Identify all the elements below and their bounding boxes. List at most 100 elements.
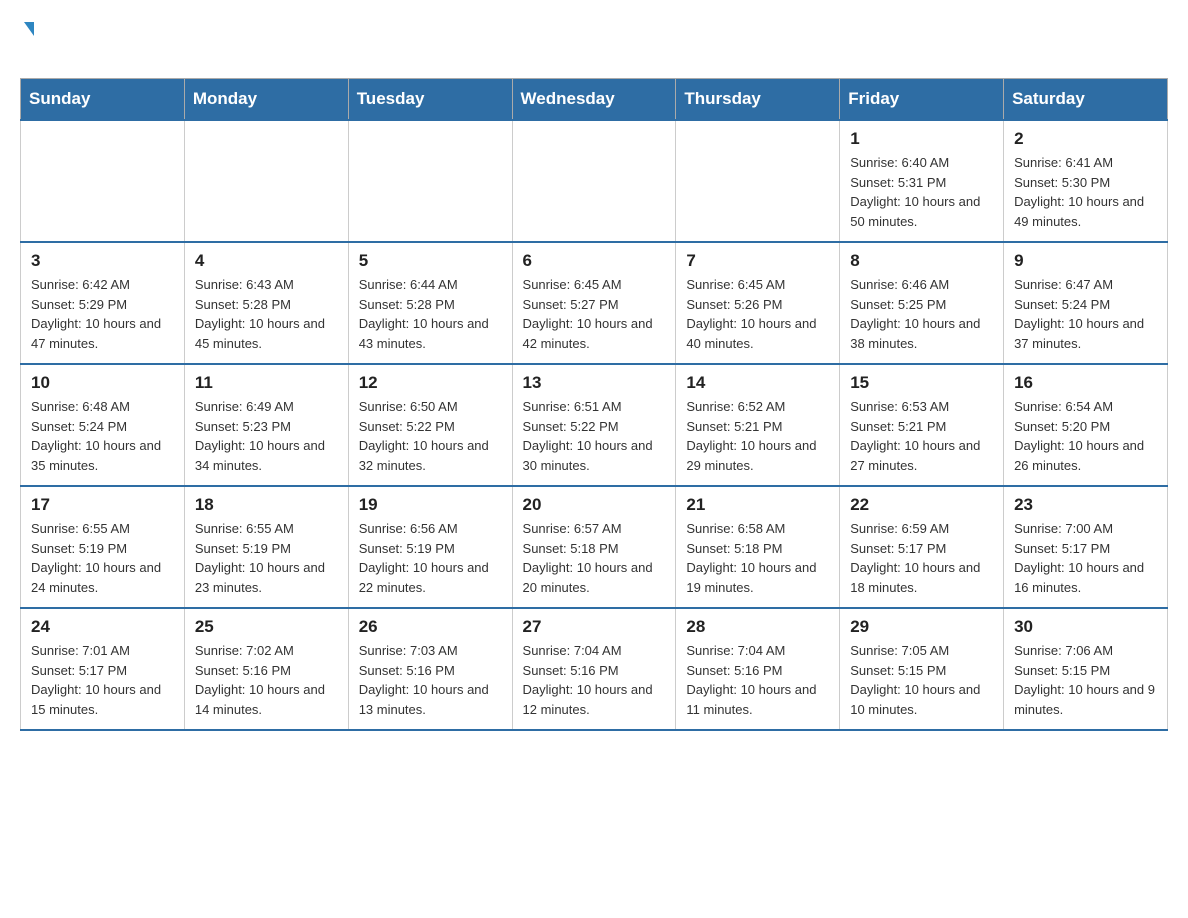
day-info: Sunrise: 7:00 AM Sunset: 5:17 PM Dayligh…: [1014, 519, 1157, 597]
weekday-header-friday: Friday: [840, 79, 1004, 121]
calendar-cell: 7 Sunrise: 6:45 AM Sunset: 5:26 PM Daylig…: [676, 242, 840, 364]
day-number: 2: [1014, 129, 1157, 149]
calendar-table: SundayMondayTuesdayWednesdayThursdayFrid…: [20, 78, 1168, 731]
day-number: 14: [686, 373, 829, 393]
day-info: Sunrise: 6:54 AM Sunset: 5:20 PM Dayligh…: [1014, 397, 1157, 475]
day-info: Sunrise: 6:43 AM Sunset: 5:28 PM Dayligh…: [195, 275, 338, 353]
day-info: Sunrise: 6:45 AM Sunset: 5:27 PM Dayligh…: [523, 275, 666, 353]
day-number: 3: [31, 251, 174, 271]
day-info: Sunrise: 6:57 AM Sunset: 5:18 PM Dayligh…: [523, 519, 666, 597]
day-info: Sunrise: 6:55 AM Sunset: 5:19 PM Dayligh…: [31, 519, 174, 597]
page-header: [20, 20, 1168, 62]
day-info: Sunrise: 7:04 AM Sunset: 5:16 PM Dayligh…: [523, 641, 666, 719]
day-number: 10: [31, 373, 174, 393]
calendar-header-row: SundayMondayTuesdayWednesdayThursdayFrid…: [21, 79, 1168, 121]
calendar-cell: 15Sunrise: 6:53 AM Sunset: 5:21 PM Dayli…: [840, 364, 1004, 486]
calendar-week-row: 17Sunrise: 6:55 AM Sunset: 5:19 PM Dayli…: [21, 486, 1168, 608]
day-info: Sunrise: 7:06 AM Sunset: 5:15 PM Dayligh…: [1014, 641, 1157, 719]
calendar-cell: 29 Sunrise: 7:05 AM Sunset: 5:15 PM Dayli…: [840, 608, 1004, 730]
logo-arrow-icon: [24, 22, 34, 36]
day-info: Sunrise: 6:42 AM Sunset: 5:29 PM Dayligh…: [31, 275, 174, 353]
calendar-cell: 5 Sunrise: 6:44 AM Sunset: 5:28 PM Daylig…: [348, 242, 512, 364]
day-info: Sunrise: 6:41 AM Sunset: 5:30 PM Dayligh…: [1014, 153, 1157, 231]
logo-text: [20, 20, 34, 36]
calendar-cell: 21 Sunrise: 6:58 AM Sunset: 5:18 PM Dayli…: [676, 486, 840, 608]
day-number: 9: [1014, 251, 1157, 271]
day-info: Sunrise: 6:46 AM Sunset: 5:25 PM Dayligh…: [850, 275, 993, 353]
day-info: Sunrise: 6:53 AM Sunset: 5:21 PM Dayligh…: [850, 397, 993, 475]
calendar-week-row: 3 Sunrise: 6:42 AM Sunset: 5:29 PM Daylig…: [21, 242, 1168, 364]
day-number: 16: [1014, 373, 1157, 393]
day-info: Sunrise: 6:48 AM Sunset: 5:24 PM Dayligh…: [31, 397, 174, 475]
calendar-week-row: 24 Sunrise: 7:01 AM Sunset: 5:17 PM Dayli…: [21, 608, 1168, 730]
day-info: Sunrise: 6:52 AM Sunset: 5:21 PM Dayligh…: [686, 397, 829, 475]
calendar-cell: 8 Sunrise: 6:46 AM Sunset: 5:25 PM Daylig…: [840, 242, 1004, 364]
calendar-cell: 26Sunrise: 7:03 AM Sunset: 5:16 PM Dayli…: [348, 608, 512, 730]
day-info: Sunrise: 6:45 AM Sunset: 5:26 PM Dayligh…: [686, 275, 829, 353]
calendar-cell: 20 Sunrise: 6:57 AM Sunset: 5:18 PM Dayli…: [512, 486, 676, 608]
day-info: Sunrise: 7:03 AM Sunset: 5:16 PM Dayligh…: [359, 641, 502, 719]
day-info: Sunrise: 7:02 AM Sunset: 5:16 PM Dayligh…: [195, 641, 338, 719]
calendar-cell: 17Sunrise: 6:55 AM Sunset: 5:19 PM Dayli…: [21, 486, 185, 608]
calendar-cell: 23 Sunrise: 7:00 AM Sunset: 5:17 PM Dayli…: [1004, 486, 1168, 608]
day-info: Sunrise: 6:59 AM Sunset: 5:17 PM Dayligh…: [850, 519, 993, 597]
day-info: Sunrise: 6:44 AM Sunset: 5:28 PM Dayligh…: [359, 275, 502, 353]
weekday-header-thursday: Thursday: [676, 79, 840, 121]
day-info: Sunrise: 6:49 AM Sunset: 5:23 PM Dayligh…: [195, 397, 338, 475]
day-number: 6: [523, 251, 666, 271]
calendar-cell: 12 Sunrise: 6:50 AM Sunset: 5:22 PM Dayli…: [348, 364, 512, 486]
day-number: 8: [850, 251, 993, 271]
weekday-header-monday: Monday: [184, 79, 348, 121]
day-info: Sunrise: 7:01 AM Sunset: 5:17 PM Dayligh…: [31, 641, 174, 719]
day-info: Sunrise: 6:58 AM Sunset: 5:18 PM Dayligh…: [686, 519, 829, 597]
calendar-cell: 3 Sunrise: 6:42 AM Sunset: 5:29 PM Daylig…: [21, 242, 185, 364]
day-info: Sunrise: 6:51 AM Sunset: 5:22 PM Dayligh…: [523, 397, 666, 475]
day-info: Sunrise: 6:47 AM Sunset: 5:24 PM Dayligh…: [1014, 275, 1157, 353]
calendar-week-row: 1 Sunrise: 6:40 AM Sunset: 5:31 PM Daylig…: [21, 120, 1168, 242]
calendar-cell: 30 Sunrise: 7:06 AM Sunset: 5:15 PM Dayli…: [1004, 608, 1168, 730]
calendar-cell: 10 Sunrise: 6:48 AM Sunset: 5:24 PM Dayli…: [21, 364, 185, 486]
day-number: 13: [523, 373, 666, 393]
day-number: 21: [686, 495, 829, 515]
calendar-cell: 14 Sunrise: 6:52 AM Sunset: 5:21 PM Dayli…: [676, 364, 840, 486]
day-number: 7: [686, 251, 829, 271]
weekday-header-tuesday: Tuesday: [348, 79, 512, 121]
calendar-cell: 22 Sunrise: 6:59 AM Sunset: 5:17 PM Dayli…: [840, 486, 1004, 608]
day-info: Sunrise: 6:40 AM Sunset: 5:31 PM Dayligh…: [850, 153, 993, 231]
day-number: 29: [850, 617, 993, 637]
calendar-cell: 19Sunrise: 6:56 AM Sunset: 5:19 PM Dayli…: [348, 486, 512, 608]
day-number: 12: [359, 373, 502, 393]
day-number: 18: [195, 495, 338, 515]
day-number: 4: [195, 251, 338, 271]
calendar-cell: 6 Sunrise: 6:45 AM Sunset: 5:27 PM Daylig…: [512, 242, 676, 364]
weekday-header-wednesday: Wednesday: [512, 79, 676, 121]
day-number: 28: [686, 617, 829, 637]
day-number: 27: [523, 617, 666, 637]
day-number: 5: [359, 251, 502, 271]
calendar-cell: 18 Sunrise: 6:55 AM Sunset: 5:19 PM Dayli…: [184, 486, 348, 608]
day-number: 1: [850, 129, 993, 149]
calendar-cell: [512, 120, 676, 242]
day-info: Sunrise: 7:05 AM Sunset: 5:15 PM Dayligh…: [850, 641, 993, 719]
calendar-cell: [676, 120, 840, 242]
calendar-cell: 9 Sunrise: 6:47 AM Sunset: 5:24 PM Daylig…: [1004, 242, 1168, 364]
day-number: 11: [195, 373, 338, 393]
calendar-week-row: 10 Sunrise: 6:48 AM Sunset: 5:24 PM Dayli…: [21, 364, 1168, 486]
day-number: 20: [523, 495, 666, 515]
day-info: Sunrise: 6:55 AM Sunset: 5:19 PM Dayligh…: [195, 519, 338, 597]
calendar-cell: 25 Sunrise: 7:02 AM Sunset: 5:16 PM Dayli…: [184, 608, 348, 730]
calendar-cell: 16 Sunrise: 6:54 AM Sunset: 5:20 PM Dayli…: [1004, 364, 1168, 486]
calendar-cell: [21, 120, 185, 242]
day-number: 22: [850, 495, 993, 515]
calendar-cell: 1 Sunrise: 6:40 AM Sunset: 5:31 PM Daylig…: [840, 120, 1004, 242]
calendar-cell: 11 Sunrise: 6:49 AM Sunset: 5:23 PM Dayli…: [184, 364, 348, 486]
calendar-cell: 28 Sunrise: 7:04 AM Sunset: 5:16 PM Dayli…: [676, 608, 840, 730]
calendar-cell: 13 Sunrise: 6:51 AM Sunset: 5:22 PM Dayli…: [512, 364, 676, 486]
calendar-cell: 27 Sunrise: 7:04 AM Sunset: 5:16 PM Dayli…: [512, 608, 676, 730]
day-info: Sunrise: 6:50 AM Sunset: 5:22 PM Dayligh…: [359, 397, 502, 475]
day-info: Sunrise: 7:04 AM Sunset: 5:16 PM Dayligh…: [686, 641, 829, 719]
day-number: 25: [195, 617, 338, 637]
day-number: 30: [1014, 617, 1157, 637]
day-number: 23: [1014, 495, 1157, 515]
day-number: 24: [31, 617, 174, 637]
